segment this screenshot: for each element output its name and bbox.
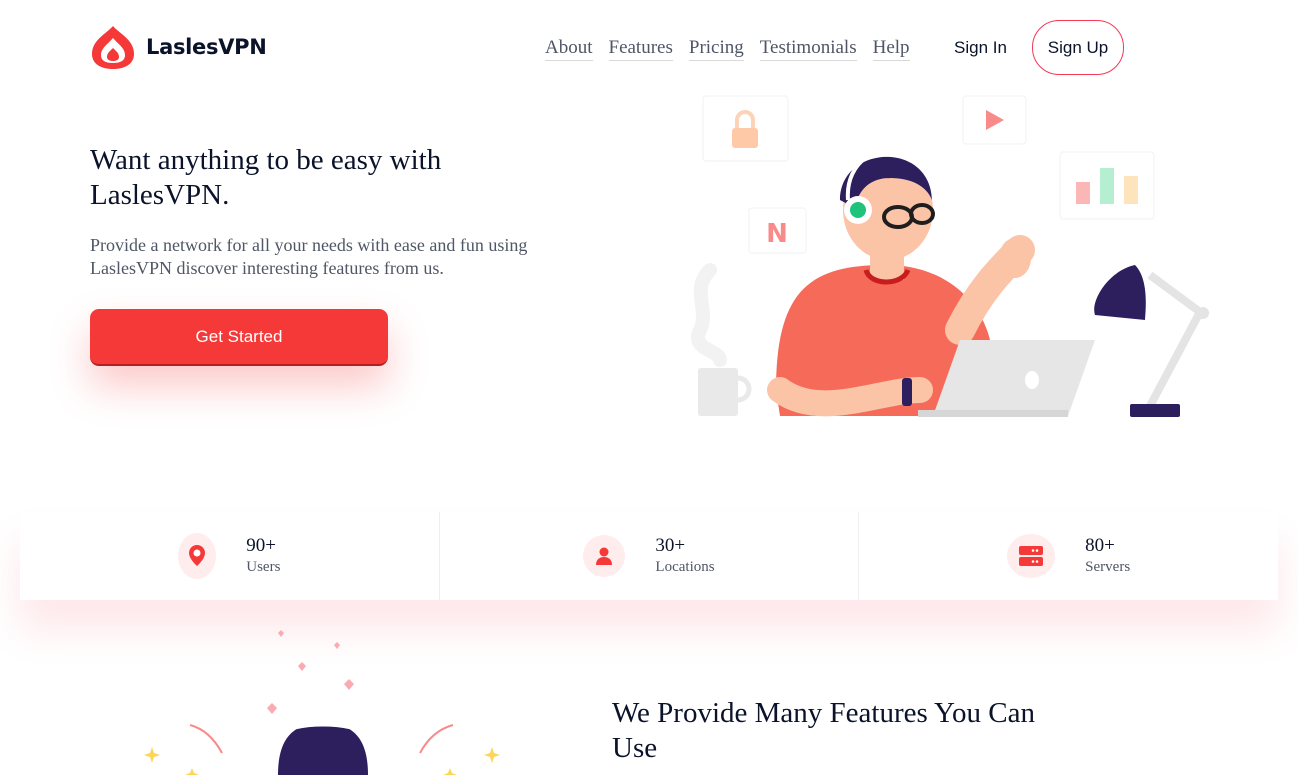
- stat-users-label: Users: [246, 559, 281, 575]
- netflix-card: N: [748, 207, 807, 254]
- logo-text: LaslesVPN: [146, 35, 267, 59]
- features-title: We Provide Many Features You Can Use: [612, 697, 1035, 764]
- nav-help[interactable]: Help: [872, 37, 910, 61]
- main-nav: About Features Pricing Testimonials Help: [545, 37, 910, 61]
- svg-text:N: N: [766, 219, 788, 249]
- mug-icon: [698, 368, 738, 416]
- nav-pricing[interactable]: Pricing: [688, 37, 744, 61]
- features-illustration: [144, 630, 500, 775]
- stat-users-value: 90+: [246, 535, 276, 556]
- stat-locations-label: Locations: [655, 559, 715, 575]
- laptop-icon: [933, 340, 1095, 416]
- bar-chart-card: [1059, 151, 1155, 220]
- server-icon: [1007, 534, 1056, 578]
- play-card: [962, 95, 1027, 145]
- stat-users: 90+ Users: [20, 512, 440, 600]
- nav-about[interactable]: About: [545, 37, 593, 61]
- sign-in-link[interactable]: Sign In: [954, 38, 1007, 58]
- get-started-button[interactable]: Get Started: [90, 309, 388, 366]
- hero-illustration: N: [691, 95, 1209, 417]
- nav-features[interactable]: Features: [608, 37, 673, 61]
- logo[interactable]: LaslesVPN: [90, 24, 267, 70]
- hero-description: Provide a network for all your needs wit…: [90, 235, 528, 278]
- logo-icon: [92, 26, 134, 69]
- nav-testimonials[interactable]: Testimonials: [759, 37, 857, 61]
- lamp-icon: [1094, 265, 1209, 417]
- stat-servers: 80+ Servers: [859, 512, 1278, 600]
- hero-title: Want anything to be easy with LaslesVPN.: [90, 144, 442, 211]
- stats-bar: 90+ Users 30+ Locations 80+ Servers: [20, 512, 1278, 600]
- user-icon: [178, 533, 217, 579]
- stat-locations-value: 30+: [655, 535, 686, 556]
- stat-locations: 30+ Locations: [440, 512, 860, 600]
- sign-up-button[interactable]: Sign Up: [1032, 20, 1124, 75]
- stat-servers-label: Servers: [1085, 559, 1131, 575]
- lock-card: [702, 95, 789, 162]
- stat-servers-value: 80+: [1085, 535, 1115, 556]
- location-icon: [583, 535, 626, 577]
